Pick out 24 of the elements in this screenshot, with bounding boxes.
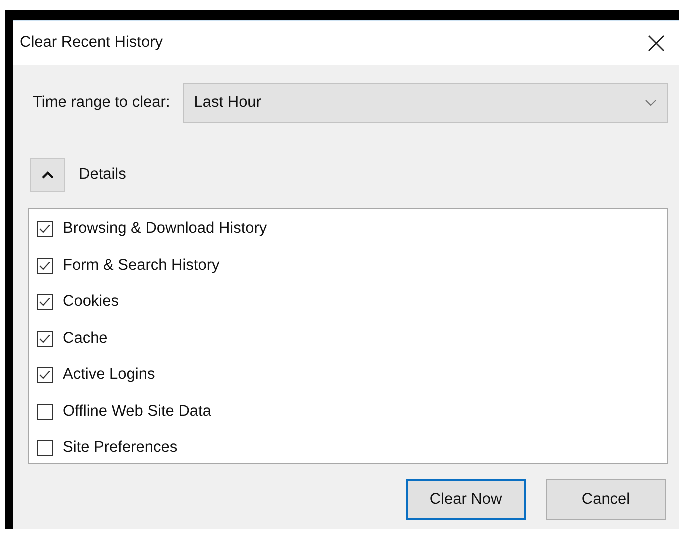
checked-checkbox[interactable]	[37, 330, 53, 347]
cancel-button[interactable]: Cancel	[546, 479, 666, 520]
chevron-up-icon	[42, 171, 54, 179]
checkbox-label[interactable]: Cache	[63, 330, 108, 348]
checkbox-label[interactable]: Site Preferences	[63, 439, 178, 458]
window-title: Clear Recent History	[20, 34, 163, 52]
checkbox-label[interactable]: Form & Search History	[63, 256, 220, 275]
checked-checkbox[interactable]	[37, 294, 53, 310]
time-range-dropdown[interactable]: Last Hour	[183, 83, 668, 123]
close-icon	[648, 34, 664, 52]
checkbox-label[interactable]: Offline Web Site Data	[63, 402, 212, 421]
checkbox[interactable]	[37, 440, 53, 456]
details-label: Details	[79, 166, 126, 184]
field-label: Time range to clear:	[32, 94, 170, 112]
checkbox-label[interactable]: Browsing & Download History	[63, 220, 268, 238]
checked-checkbox[interactable]	[37, 221, 53, 238]
checkbox[interactable]	[37, 404, 53, 420]
details-toggle-button[interactable]	[30, 158, 65, 192]
chevron-down-icon	[645, 99, 657, 107]
checked-checkbox[interactable]	[37, 258, 53, 274]
checkbox-label[interactable]: Cookies	[63, 293, 119, 312]
checkbox-label[interactable]: Active Logins	[63, 366, 156, 384]
clear-now-button[interactable]: Clear Now	[406, 479, 526, 520]
checked-checkbox[interactable]	[37, 367, 53, 384]
